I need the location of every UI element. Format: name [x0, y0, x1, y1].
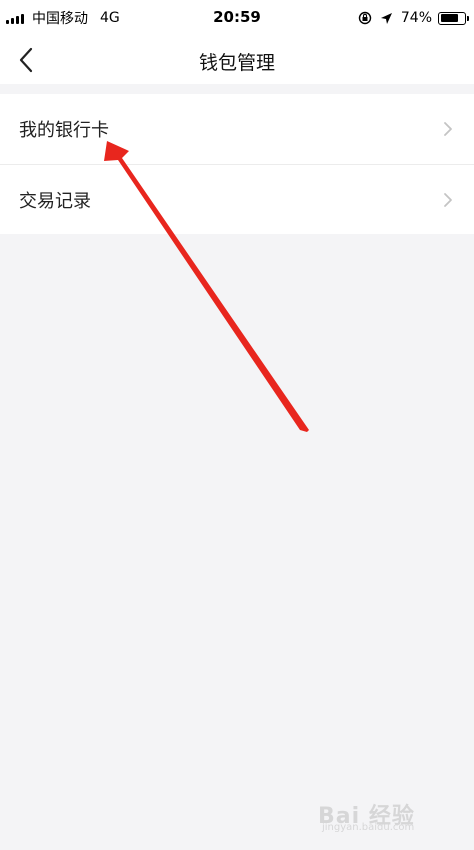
- baidu-jingyan-watermark: Bai 经验 jingyan.baidu.com: [318, 796, 448, 836]
- watermark-subtext: jingyan.baidu.com: [322, 822, 415, 833]
- annotation-arrow: [104, 141, 309, 432]
